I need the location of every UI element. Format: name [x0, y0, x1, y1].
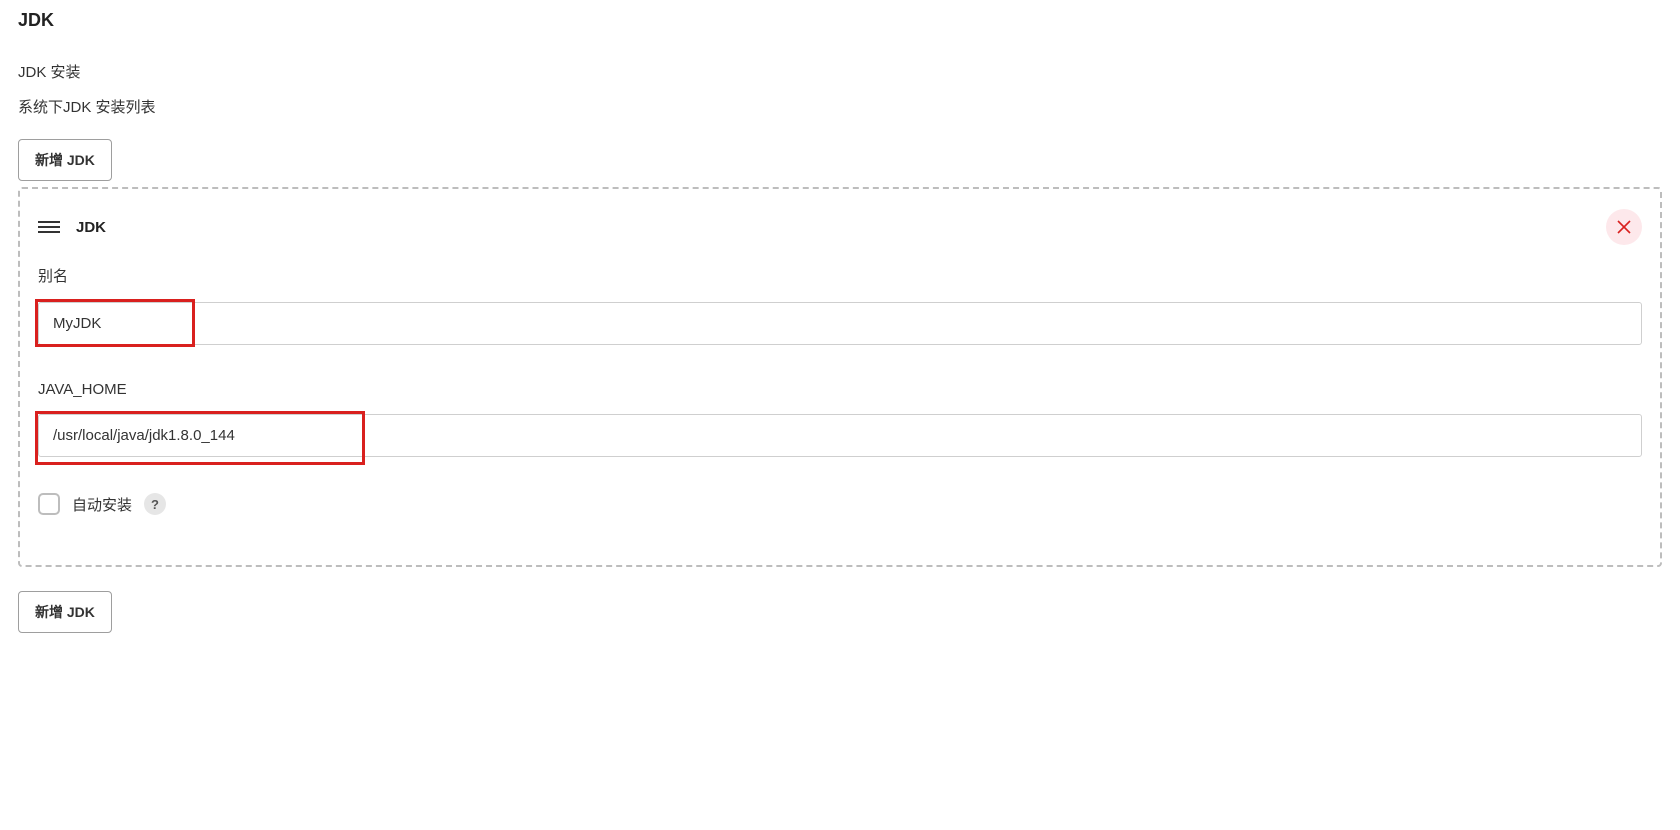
close-button[interactable] [1606, 209, 1642, 245]
help-icon[interactable]: ? [144, 493, 166, 515]
java-home-input[interactable] [38, 414, 1642, 457]
jdk-installation-panel: JDK 别名 JAVA_HOME 自动安装 ? [18, 187, 1662, 567]
page-title: JDK [18, 10, 1662, 31]
alias-input-wrap [38, 302, 1642, 345]
java-home-input-wrap [38, 414, 1642, 457]
auto-install-row: 自动安装 ? [38, 493, 1642, 515]
alias-input[interactable] [38, 302, 1642, 345]
drag-handle-icon[interactable] [38, 216, 60, 238]
auto-install-checkbox[interactable] [38, 493, 60, 515]
add-jdk-button-top[interactable]: 新增 JDK [18, 139, 112, 181]
add-jdk-button-bottom[interactable]: 新增 JDK [18, 591, 112, 633]
java-home-label: JAVA_HOME [38, 381, 1642, 398]
auto-install-label: 自动安装 [72, 494, 132, 515]
installation-header: JDK [38, 209, 1642, 245]
section-subtitle: JDK 安装 [18, 61, 1662, 82]
installation-title: JDK [76, 219, 106, 236]
close-icon [1617, 220, 1631, 234]
alias-label: 别名 [38, 265, 1642, 286]
section-description: 系统下JDK 安装列表 [18, 96, 1662, 117]
installation-header-left: JDK [38, 216, 106, 238]
